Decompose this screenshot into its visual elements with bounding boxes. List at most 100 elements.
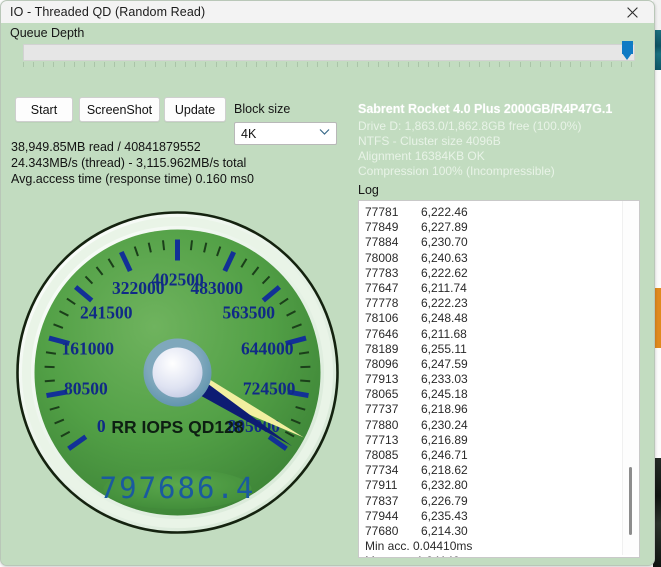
slider-tick [529,62,531,67]
title-bar: IO - Threaded QD (Random Read) [1,1,654,24]
drive-filesystem: NTFS - Cluster size 4096B [358,134,501,148]
desktop-backdrop: IO - Threaded QD (Random Read) Queue Dep… [0,0,661,567]
slider-tick [509,62,511,67]
slider-tick [590,62,592,67]
slider-tick [327,62,328,67]
log-iops: 77849 [365,220,399,235]
slider-groove[interactable] [23,44,635,61]
slider-tick [499,62,501,67]
slider-tick [296,62,298,67]
log-mbps: 6,227.89 [421,220,468,235]
gauge-tick-label: 161000 [61,338,114,358]
log-row[interactable]: 77737 6,218.96 [359,402,621,417]
slider-thumb-tip [622,53,632,60]
log-mbps: 6,226.79 [421,493,468,508]
log-row[interactable]: 78065 6,245.18 [359,387,621,402]
log-scrollbar[interactable] [622,201,639,555]
log-row[interactable]: 77713 6,216.89 [359,433,621,448]
slider-tick [175,62,176,67]
log-row[interactable]: 77778 6,222.23 [359,296,621,311]
log-iops: 77737 [365,402,399,417]
slider-tick [600,62,602,67]
log-row[interactable]: 78096 6,247.59 [359,357,621,372]
log-row[interactable]: 77680 6,214.30 [359,524,621,539]
drive-alignment: Alignment 16384KB OK [358,149,485,163]
gauge-hub [152,347,203,398]
slider-tick [215,62,217,67]
log-listbox[interactable]: 77781 6,222.46 77849 6,227.89 77884 6,230.70 7… [358,200,640,558]
log-mbps: 6,222.46 [421,205,468,219]
slider-tick [286,62,288,67]
log-row[interactable]: 77911 6,232.80 [359,478,621,493]
log-mbps: 6,216.89 [421,432,468,447]
log-mbps: 6,232.80 [421,478,468,493]
log-row[interactable]: 78008 6,240.63 [359,251,621,266]
log-mbps: 6,255.11 [421,341,467,356]
log-iops: 77837 [365,493,399,508]
slider-tick [418,62,420,67]
slider-ticks [23,62,633,68]
log-iops: 77944 [365,508,399,523]
slider-tick [83,62,85,67]
log-mbps: 6,230.70 [421,235,468,250]
slider-tick [468,62,470,67]
log-row[interactable]: 77781 6,222.46 [359,205,621,220]
drive-capacity: Drive D: 1,863.0/1,862.8GB free (100.0%) [358,119,582,133]
log-scrollbar-thumb[interactable] [629,467,632,535]
log-row[interactable]: 77646 6,211.68 [359,327,621,342]
slider-tick [195,62,197,67]
screenshot-button[interactable]: ScreenShot [79,97,160,122]
slider-tick [316,62,318,67]
slider-tick [124,62,126,67]
gauge-svg: 0805001610002415003220004025004830005635… [16,211,339,534]
log-iops: 78065 [365,387,399,402]
log-iops: 77913 [365,372,399,387]
slider-tick [63,62,65,67]
close-icon[interactable] [610,1,654,23]
log-mbps: 6,218.62 [421,463,468,478]
slider-tick [205,62,207,67]
start-button[interactable]: Start [15,97,73,122]
slider-tick [104,62,106,67]
gauge-minor-tick [162,240,166,251]
slider-tick [347,62,349,67]
log-row[interactable]: 78189 6,255.11 [359,342,621,357]
log-row[interactable]: 77783 6,222.62 [359,266,621,281]
slider-tick [144,62,146,67]
log-row[interactable]: 78106 6,248.48 [359,311,621,326]
log-mbps: 6,247.59 [421,356,468,371]
block-size-select[interactable]: 4K [234,122,337,145]
gauge-tick-label: 0 [97,416,106,436]
log-row[interactable]: 77849 6,227.89 [359,220,621,235]
gauge-tick-label: 724500 [243,379,296,399]
log-row[interactable]: 78085 6,246.71 [359,448,621,463]
window-client-area: Queue Depth Start ScreenShot Update Bloc… [1,23,654,565]
update-button[interactable]: Update [164,97,226,122]
block-size-label: Block size [234,102,291,116]
gauge-tick-label: 483000 [191,278,244,298]
slider-tick [33,62,35,67]
stat-bytes-read: 38,949.85MB read / 40841879552 [11,140,201,154]
stat-access-time: Avg.access time (response time) 0.160 ms [11,172,247,186]
queue-depth-label: Queue Depth [10,26,85,40]
queue-depth-slider[interactable] [23,41,635,70]
log-row[interactable]: 77944 6,235.43 [359,509,621,524]
slider-tick [114,62,116,67]
slider-tick [620,62,622,67]
slider-tick [53,62,55,67]
log-row[interactable]: 77913 6,233.03 [359,372,621,387]
log-row[interactable]: 77837 6,226.79 [359,494,621,509]
slider-tick [610,62,612,67]
slider-thumb[interactable] [622,41,633,61]
log-row[interactable]: 77734 6,218.62 [359,463,621,478]
log-iops: 77647 [365,280,399,295]
slider-tick [458,62,460,67]
slider-tick [387,62,389,67]
log-row[interactable]: 77884 6,230.70 [359,235,621,250]
log-row[interactable]: 77880 6,230.24 [359,418,621,433]
slider-tick [134,62,136,67]
log-mbps: 6,222.62 [421,265,468,280]
log-row[interactable]: 77647 6,211.74 [359,281,621,296]
log-mbps: 6,233.03 [421,372,468,387]
slider-tick [225,62,227,67]
